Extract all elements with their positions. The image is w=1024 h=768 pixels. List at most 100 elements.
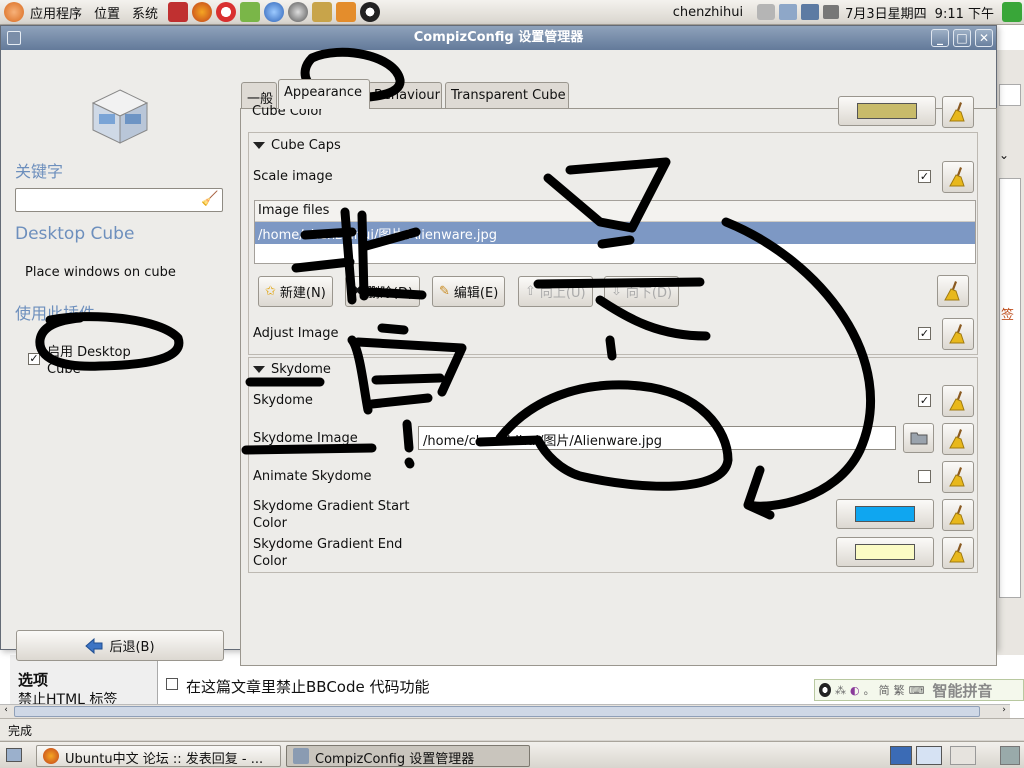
window-menu-icon[interactable]: [7, 31, 21, 45]
globe-launcher-icon[interactable]: [288, 2, 309, 22]
background-options-heading: 选项: [18, 671, 49, 689]
scroll-left-icon[interactable]: ‹: [0, 705, 12, 718]
delete-button[interactable]: ✖ 删除(D): [345, 276, 421, 307]
back-button[interactable]: 后退(B): [16, 630, 224, 661]
network-monitor-icon[interactable]: [779, 4, 798, 20]
broom-icon: [949, 391, 965, 411]
network-icon[interactable]: [757, 4, 776, 20]
window-titlebar[interactable]: CompizConfig 设置管理器 _ □ ✕: [1, 26, 996, 50]
workspace-1[interactable]: [890, 746, 912, 765]
ime-trad-icon[interactable]: 繁: [894, 682, 905, 698]
logout-icon[interactable]: [1002, 2, 1022, 22]
scroll-right-icon[interactable]: ›: [998, 705, 1010, 718]
background-side-text: 签: [1001, 308, 1015, 323]
background-search-icon[interactable]: [999, 84, 1021, 106]
gradient-end-reset-button[interactable]: [942, 537, 974, 569]
background-bbcode-checkbox[interactable]: [166, 678, 178, 690]
penguin-launcher-icon[interactable]: [360, 2, 381, 22]
plugin-description: Place windows on cube: [25, 265, 176, 280]
broom-icon: [944, 281, 960, 301]
taskbar-item-compizconfig[interactable]: CompizConfig 设置管理器: [286, 745, 530, 767]
ubuntu-logo-icon[interactable]: [4, 2, 24, 22]
expander-arrow-icon: [253, 366, 265, 373]
new-button[interactable]: ✩ 新建(N): [258, 276, 333, 307]
background-chevron-icon[interactable]: ⌄: [999, 148, 1009, 162]
ime-moon-icon[interactable]: ◐: [850, 684, 860, 697]
tab-behaviour[interactable]: Behaviour: [368, 82, 442, 108]
firefox-icon[interactable]: [192, 2, 213, 22]
animate-skydome-reset-button[interactable]: [942, 461, 974, 493]
ime-toggle-icon[interactable]: ⁂: [835, 684, 846, 697]
broom-icon: [949, 429, 965, 449]
background-bbcode-option: 在这篇文章里禁止BBCode 代码功能: [186, 678, 430, 696]
menu-applications[interactable]: 应用程序: [26, 3, 90, 22]
move-down-button[interactable]: ⇩ 向下(D): [604, 276, 680, 307]
skydome-checkbox[interactable]: ✓: [918, 394, 931, 407]
ime-keyboard-icon[interactable]: ⌨: [909, 684, 925, 697]
gradient-end-label: Skydome Gradient End Color: [253, 537, 403, 569]
image-files-reset-button[interactable]: [937, 275, 969, 307]
display-icon[interactable]: [801, 4, 820, 20]
image-files-list[interactable]: Image files /home/chenzhihui/图片/Alienwar…: [254, 200, 976, 264]
tab-transparent-cube[interactable]: Transparent Cube: [445, 82, 569, 108]
close-button[interactable]: ✕: [975, 29, 993, 47]
cube-color-reset-button[interactable]: [942, 96, 974, 128]
move-up-button[interactable]: ⇧ 向上(U): [518, 276, 593, 307]
minimize-button[interactable]: _: [931, 29, 949, 47]
search-input[interactable]: 🧹: [15, 188, 223, 212]
horizontal-scrollbar[interactable]: ‹ ›: [0, 704, 1010, 718]
ime-name-label: 智能拼音: [932, 681, 993, 700]
ime-penguin-icon[interactable]: [819, 683, 831, 697]
pidgin-launcher-icon[interactable]: [336, 2, 357, 22]
ime-toolbar[interactable]: ⁂ ◐ 。 简 繁 ⌨ 智能拼音: [814, 679, 1024, 701]
star-launcher-icon[interactable]: [168, 2, 189, 22]
cube-color-button[interactable]: [838, 96, 936, 126]
gradient-end-color-button[interactable]: [836, 537, 934, 567]
username-label[interactable]: chenzhihui: [673, 5, 743, 20]
skydome-image-reset-button[interactable]: [942, 423, 974, 455]
ime-punct-icon[interactable]: 。: [864, 682, 875, 698]
lifebuoy-icon[interactable]: [216, 2, 237, 22]
taskbar-item-browser[interactable]: Ubuntu中文 论坛 :: 发表回复 - ...: [36, 745, 281, 767]
clear-broom-icon[interactable]: 🧹: [201, 191, 219, 209]
date-label[interactable]: 7月3日星期四: [845, 3, 927, 22]
gradient-start-reset-button[interactable]: [942, 499, 974, 531]
ime-sim-icon[interactable]: 简: [879, 682, 890, 698]
skydome-image-input[interactable]: /home/chenzhihui/图片/Alienware.jpg: [418, 426, 896, 450]
scale-image-checkbox[interactable]: ✓: [918, 170, 931, 183]
menu-system[interactable]: 系统: [128, 3, 166, 22]
enable-heading: 使用此插件: [15, 304, 96, 323]
skydome-reset-button[interactable]: [942, 385, 974, 417]
workspace-3[interactable]: [950, 746, 976, 765]
adjust-image-checkbox[interactable]: ✓: [918, 327, 931, 340]
skydome-browse-button[interactable]: [903, 423, 934, 453]
skydome-expander[interactable]: Skydome: [253, 361, 331, 378]
bottom-panel: Ubuntu中文 论坛 :: 发表回复 - ... CompizConfig 设…: [0, 741, 1024, 768]
clock-label[interactable]: 9:11 下午: [935, 3, 994, 22]
edit-button[interactable]: ✎ 编辑(E): [432, 276, 506, 307]
chat-launcher-icon[interactable]: [264, 2, 285, 22]
cube-caps-expander[interactable]: Cube Caps: [253, 137, 341, 154]
enable-plugin-label[interactable]: 启用 Desktop Cube: [47, 344, 147, 378]
trash-icon[interactable]: [1000, 746, 1020, 765]
maximize-button[interactable]: □: [953, 29, 971, 47]
scroll-thumb[interactable]: [14, 706, 980, 717]
workspace-2[interactable]: [916, 746, 942, 765]
show-desktop-icon[interactable]: [6, 748, 22, 762]
image-files-header[interactable]: Image files: [255, 201, 975, 222]
animate-skydome-checkbox[interactable]: [918, 470, 931, 483]
background-scrollbar[interactable]: [999, 178, 1021, 598]
tab-appearance[interactable]: Appearance: [278, 79, 370, 109]
editor-launcher-icon[interactable]: [240, 2, 261, 22]
gradient-start-color-button[interactable]: [836, 499, 934, 529]
media-launcher-icon[interactable]: [312, 2, 333, 22]
adjust-image-reset-button[interactable]: [942, 318, 974, 350]
enable-plugin-checkbox[interactable]: ✓: [28, 353, 40, 365]
move-down-label: 向下(D): [625, 286, 673, 301]
volume-icon[interactable]: [823, 5, 840, 19]
menu-places[interactable]: 位置: [90, 3, 128, 22]
scale-image-reset-button[interactable]: [942, 161, 974, 193]
browser-status-bar: 完成: [0, 718, 1024, 740]
image-file-row[interactable]: /home/chenzhihui/图片/Alienware.jpg: [255, 222, 975, 244]
gradient-start-swatch: [855, 506, 915, 522]
